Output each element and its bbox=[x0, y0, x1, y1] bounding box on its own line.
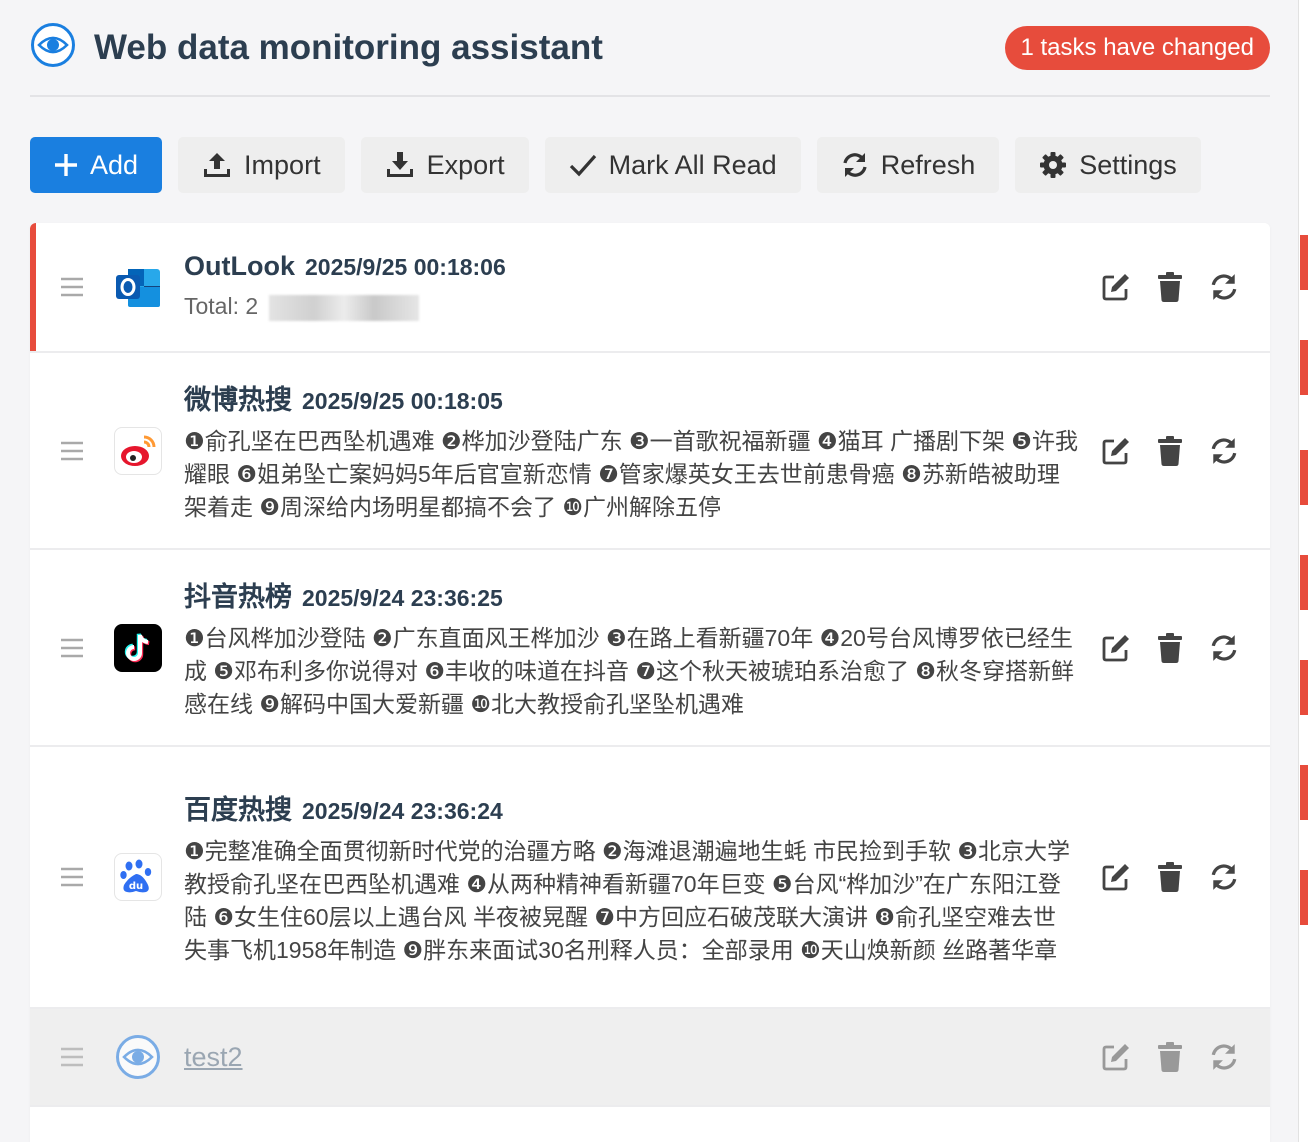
task-summary: Total: 2 bbox=[184, 293, 259, 319]
list-spacer bbox=[30, 1107, 1270, 1142]
task-content: OutLook 2025/9/25 00:18:06 Total: 2 bbox=[184, 251, 1100, 323]
task-time: 2025/9/25 00:18:06 bbox=[304, 254, 506, 280]
task-actions bbox=[1100, 435, 1270, 467]
task-time: 2025/9/24 23:36:25 bbox=[302, 584, 503, 611]
task-title[interactable]: test2 bbox=[184, 1042, 243, 1073]
delete-icon[interactable] bbox=[1154, 435, 1186, 467]
eye-icon bbox=[114, 1033, 162, 1081]
mark-all-read-button[interactable]: Mark All Read bbox=[544, 137, 801, 193]
import-button-label: Import bbox=[244, 149, 321, 180]
export-button-label: Export bbox=[426, 149, 505, 180]
download-icon bbox=[385, 150, 415, 180]
douyin-icon bbox=[114, 623, 162, 672]
check-icon bbox=[569, 153, 597, 177]
changed-tasks-badge[interactable]: 1 tasks have changed bbox=[1004, 25, 1270, 70]
task-item[interactable]: 抖音热榜 2025/9/24 23:36:25 ❶台风桦加沙登陆 ❷广东直面风王… bbox=[30, 550, 1270, 747]
edit-icon[interactable] bbox=[1100, 271, 1132, 303]
settings-button[interactable]: Settings bbox=[1015, 137, 1201, 193]
upload-icon bbox=[202, 150, 232, 180]
delete-icon[interactable] bbox=[1154, 271, 1186, 303]
export-button[interactable]: Export bbox=[360, 137, 529, 193]
task-actions bbox=[1100, 632, 1270, 664]
task-actions bbox=[1100, 861, 1270, 893]
refresh-icon bbox=[841, 151, 869, 179]
task-content: 百度热搜 2025/9/24 23:36:24 ❶完整准确全面贯彻新时代党的治疆… bbox=[184, 788, 1100, 967]
task-summary: ❶台风桦加沙登陆 ❷广东直面风王桦加沙 ❸在路上看新疆70年 ❹20号台风博罗依… bbox=[184, 624, 1075, 717]
sync-icon[interactable] bbox=[1208, 861, 1240, 893]
task-item[interactable]: du 百度热搜 2025/9/24 23:36:24 ❶完整准确全面贯彻新时代党… bbox=[30, 747, 1270, 1009]
settings-button-label: Settings bbox=[1079, 149, 1177, 180]
baidu-icon: du bbox=[114, 853, 162, 901]
task-time: 2025/9/25 00:18:05 bbox=[302, 387, 503, 414]
drag-handle-icon[interactable] bbox=[30, 867, 114, 887]
task-item[interactable]: 微博热搜 2025/9/25 00:18:05 ❶俞孔坚在巴西坠机遇难 ❷桦加沙… bbox=[30, 353, 1270, 550]
weibo-icon bbox=[114, 426, 162, 475]
toolbar: Add Import Export Mark All Read Refresh … bbox=[30, 137, 1270, 193]
drag-handle-icon[interactable] bbox=[30, 441, 114, 461]
task-time: 2025/9/24 23:36:24 bbox=[302, 797, 503, 824]
app-header: Web data monitoring assistant 1 tasks ha… bbox=[30, 0, 1270, 97]
task-title[interactable]: OutLook bbox=[184, 251, 295, 282]
gear-icon bbox=[1039, 151, 1067, 179]
brand: Web data monitoring assistant bbox=[30, 22, 603, 73]
adjacent-window-edge bbox=[1298, 0, 1308, 1142]
svg-text:du: du bbox=[129, 881, 143, 892]
plus-icon bbox=[54, 153, 78, 177]
task-list: OutLook 2025/9/25 00:18:06 Total: 2 微博热搜… bbox=[30, 223, 1270, 1142]
task-title[interactable]: 微博热搜 bbox=[184, 378, 292, 417]
task-content: 抖音热榜 2025/9/24 23:36:25 ❶台风桦加沙登陆 ❷广东直面风王… bbox=[184, 575, 1100, 721]
add-button[interactable]: Add bbox=[30, 137, 163, 193]
drag-handle-icon[interactable] bbox=[30, 638, 114, 658]
drag-handle-icon[interactable] bbox=[30, 277, 114, 297]
sync-icon[interactable] bbox=[1208, 1041, 1240, 1073]
redacted-text bbox=[268, 294, 419, 321]
edit-icon[interactable] bbox=[1100, 861, 1132, 893]
task-actions bbox=[1100, 1041, 1270, 1073]
task-content: 微博热搜 2025/9/25 00:18:05 ❶俞孔坚在巴西坠机遇难 ❷桦加沙… bbox=[184, 378, 1100, 524]
mark-all-read-label: Mark All Read bbox=[608, 149, 777, 180]
edit-icon[interactable] bbox=[1100, 1041, 1132, 1073]
refresh-button-label: Refresh bbox=[880, 149, 976, 180]
import-button[interactable]: Import bbox=[178, 137, 345, 193]
task-content: test2 bbox=[184, 1042, 1100, 1073]
task-title[interactable]: 抖音热榜 bbox=[184, 575, 292, 614]
task-title[interactable]: 百度热搜 bbox=[184, 788, 292, 827]
delete-icon[interactable] bbox=[1154, 632, 1186, 664]
sync-icon[interactable] bbox=[1208, 435, 1240, 467]
task-item[interactable]: test2 bbox=[30, 1009, 1270, 1107]
task-item[interactable]: OutLook 2025/9/25 00:18:06 Total: 2 bbox=[30, 223, 1270, 353]
add-button-label: Add bbox=[90, 149, 139, 180]
task-actions bbox=[1100, 271, 1270, 303]
page-title: Web data monitoring assistant bbox=[94, 27, 603, 67]
delete-icon[interactable] bbox=[1154, 861, 1186, 893]
outlook-icon bbox=[114, 263, 162, 311]
app-container: Web data monitoring assistant 1 tasks ha… bbox=[30, 0, 1270, 1142]
sync-icon[interactable] bbox=[1208, 632, 1240, 664]
edit-icon[interactable] bbox=[1100, 632, 1132, 664]
drag-handle-icon[interactable] bbox=[30, 1047, 114, 1067]
refresh-button[interactable]: Refresh bbox=[816, 137, 1000, 193]
task-summary: ❶完整准确全面贯彻新时代党的治疆方略 ❷海滩退潮遍地生蚝 市民捡到手软 ❸北京大… bbox=[184, 837, 1071, 963]
eye-logo-icon bbox=[30, 22, 76, 73]
sync-icon[interactable] bbox=[1208, 271, 1240, 303]
delete-icon[interactable] bbox=[1154, 1041, 1186, 1073]
task-summary: ❶俞孔坚在巴西坠机遇难 ❷桦加沙登陆广东 ❸一首歌祝福新疆 ❹猫耳 广播剧下架 … bbox=[184, 427, 1079, 520]
edit-icon[interactable] bbox=[1100, 435, 1132, 467]
